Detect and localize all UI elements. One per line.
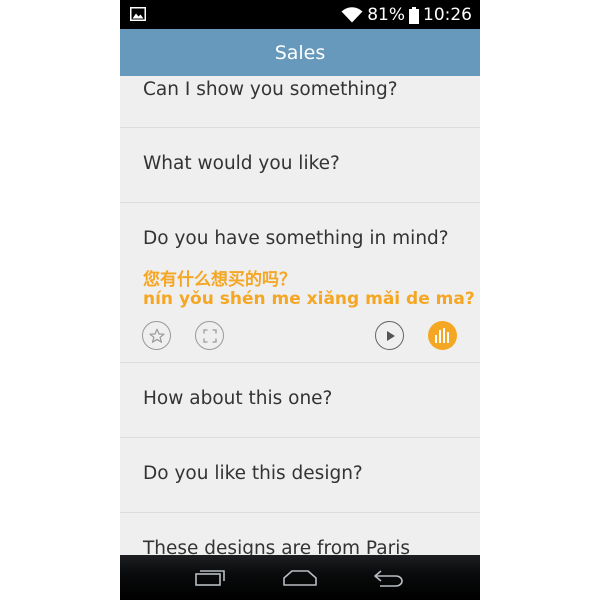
phrase-english: How about this one? bbox=[143, 388, 333, 409]
back-button[interactable] bbox=[369, 563, 409, 593]
audio-waveform-icon bbox=[434, 327, 449, 343]
phrase-english: These designs are from Paris bbox=[143, 538, 410, 555]
fullscreen-icon bbox=[202, 328, 217, 343]
list-item[interactable]: How about this one? bbox=[120, 363, 480, 438]
star-icon bbox=[148, 328, 165, 343]
audio-button[interactable] bbox=[428, 321, 457, 350]
navigation-bar bbox=[120, 555, 480, 600]
favorite-button[interactable] bbox=[142, 321, 171, 350]
battery-percent: 81% bbox=[367, 5, 405, 25]
home-button[interactable] bbox=[280, 563, 320, 593]
gallery-notification-icon bbox=[130, 7, 146, 21]
battery-icon bbox=[409, 6, 419, 24]
list-item[interactable]: Can I show you something? bbox=[120, 76, 480, 128]
page-title: Sales bbox=[274, 41, 326, 64]
list-item[interactable]: Do you like this design? bbox=[120, 438, 480, 513]
recent-apps-icon bbox=[195, 570, 225, 586]
app-bar: Sales bbox=[120, 29, 480, 76]
phrase-english: Can I show you something? bbox=[143, 79, 398, 100]
status-icons: 81% 10:26 bbox=[341, 4, 472, 26]
fullscreen-button[interactable] bbox=[195, 321, 224, 350]
phrase-chinese: 您有什么想买的吗？ bbox=[143, 270, 296, 290]
list-item-expanded[interactable]: Do you have something in mind? 您有什么想买的吗？… bbox=[120, 203, 480, 363]
status-bar: 81% 10:26 bbox=[120, 0, 480, 29]
wifi-icon bbox=[341, 7, 363, 23]
list-item[interactable]: These designs are from Paris bbox=[120, 513, 480, 555]
clock: 10:26 bbox=[423, 5, 472, 25]
back-icon bbox=[374, 570, 403, 587]
phrase-pinyin: nín yǒu shén me xiǎng mǎi de ma? bbox=[143, 289, 475, 309]
phrase-list[interactable]: Can I show you something? What would you… bbox=[120, 76, 480, 555]
play-button[interactable] bbox=[375, 321, 404, 350]
phone-screen: 81% 10:26 Sales Can I show you something… bbox=[120, 0, 480, 600]
phrase-english: What would you like? bbox=[143, 153, 340, 174]
list-item[interactable]: What would you like? bbox=[120, 128, 480, 203]
phrase-english: Do you have something in mind? bbox=[143, 228, 449, 249]
phrase-english: Do you like this design? bbox=[143, 463, 363, 484]
play-icon bbox=[386, 330, 395, 341]
recent-apps-button[interactable] bbox=[190, 563, 230, 593]
home-icon bbox=[283, 570, 317, 586]
